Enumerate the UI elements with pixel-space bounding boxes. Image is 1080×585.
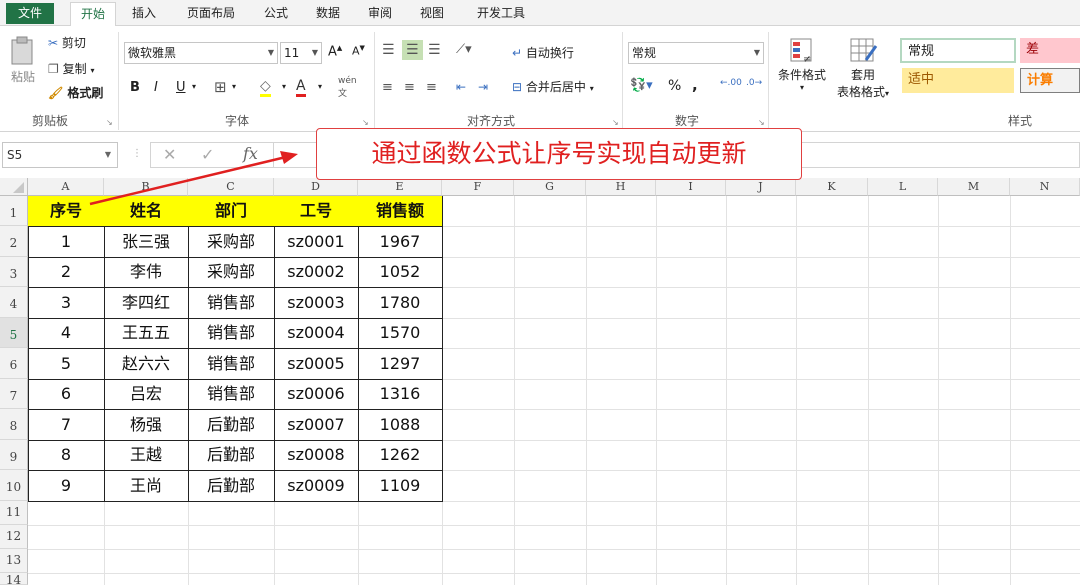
annotation-callout: 通过函数公式让序号实现自动更新 <box>316 128 802 180</box>
annotation-arrow <box>89 151 298 206</box>
